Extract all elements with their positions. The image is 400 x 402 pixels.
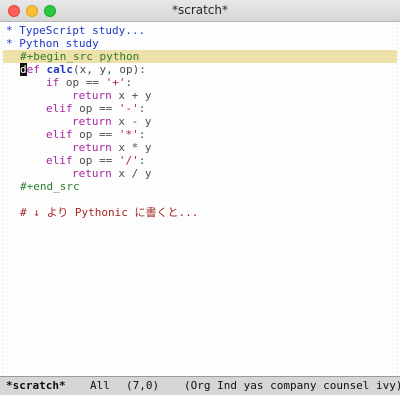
code-line-return-div[interactable]: return x / y: [72, 167, 152, 180]
emacs-window: *scratch* * TypeScript study... * Python…: [0, 0, 400, 402]
comment-line[interactable]: # ↓ より Pythonic に書くと...: [20, 206, 198, 219]
src-begin-marker: #: [20, 50, 27, 63]
colon: :: [125, 76, 133, 89]
condition-lhs: op ==: [72, 154, 119, 167]
colon: :: [138, 102, 146, 115]
keyword-elif: elif: [46, 154, 73, 167]
colon: :: [138, 154, 146, 167]
src-block-begin[interactable]: #+begin_src python: [20, 50, 139, 63]
org-heading-python[interactable]: * Python study: [6, 37, 99, 50]
heading-text: Python study: [19, 37, 99, 50]
mode-line: *scratch* All (7,0) (Org Ind yas company…: [0, 376, 400, 396]
code-line-def[interactable]: def calc(x, y, op):: [20, 63, 146, 76]
code-line-return-mul[interactable]: return x * y: [72, 141, 152, 154]
src-block-end[interactable]: #+end_src: [20, 180, 80, 193]
keyword-return: return: [72, 115, 112, 128]
condition-lhs: op ==: [72, 102, 119, 115]
org-heading-typescript[interactable]: * TypeScript study...: [6, 24, 145, 37]
keyword-return: return: [72, 89, 112, 102]
buffer-name: *scratch*: [6, 379, 66, 392]
return-expr: x - y: [111, 115, 152, 128]
code-line-return-sub[interactable]: return x - y: [72, 115, 152, 128]
string-literal: '/': [118, 154, 139, 167]
string-literal: '*': [118, 128, 139, 141]
colon: :: [138, 128, 146, 141]
code-line-return-add[interactable]: return x + y: [72, 89, 152, 102]
heading-bullet: *: [6, 24, 13, 37]
echo-area: [0, 395, 400, 402]
heading-bullet: *: [6, 37, 13, 50]
editor-buffer[interactable]: * TypeScript study... * Python study #+b…: [0, 22, 400, 376]
window-title: *scratch*: [171, 3, 229, 17]
keyword-return: return: [72, 167, 112, 180]
condition-lhs: op ==: [59, 76, 106, 89]
keyword-elif: elif: [46, 102, 73, 115]
code-line-elif-sub[interactable]: elif op == '-':: [46, 102, 145, 115]
keyword-elif: elif: [46, 128, 73, 141]
condition-lhs: op ==: [72, 128, 119, 141]
cursor-position: (7,0): [126, 379, 160, 392]
active-modes: (Org Ind yas company counsel ivy): [184, 379, 400, 392]
return-expr: x * y: [111, 141, 152, 154]
function-args: (x, y, op):: [73, 63, 146, 76]
src-begin-rest: +begin_src python: [26, 50, 140, 63]
keyword-if: if: [46, 76, 60, 89]
title-bar: *scratch*: [0, 0, 400, 22]
return-expr: x + y: [111, 89, 152, 102]
string-literal: '+': [105, 76, 126, 89]
return-expr: x / y: [111, 167, 152, 180]
text-cursor: d: [20, 63, 27, 76]
keyword-def: ef: [26, 63, 40, 76]
code-line-elif-mul[interactable]: elif op == '*':: [46, 128, 145, 141]
string-literal: '-': [118, 102, 139, 115]
heading-text: TypeScript study...: [19, 24, 146, 37]
code-line-if[interactable]: if op == '+':: [46, 76, 132, 89]
scroll-position: All: [90, 379, 110, 392]
function-name: calc: [46, 63, 74, 76]
keyword-return: return: [72, 141, 112, 154]
code-line-elif-div[interactable]: elif op == '/':: [46, 154, 145, 167]
